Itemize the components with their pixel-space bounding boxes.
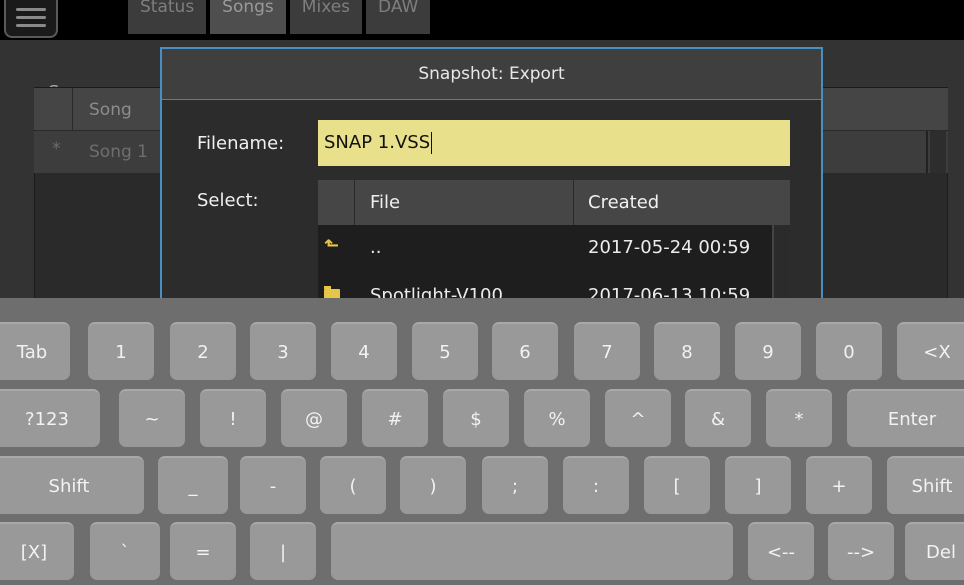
file-column-header[interactable]: File	[370, 192, 400, 213]
tab-status[interactable]: Status	[128, 0, 207, 34]
key-open-paren[interactable]: (	[320, 456, 386, 514]
key-5[interactable]: 5	[412, 322, 478, 380]
key-asterisk[interactable]: *	[766, 389, 832, 447]
file-list: File Created ⬑ .. 2017-05-24 00:59 Spotl…	[318, 180, 790, 311]
created-column-header[interactable]: Created	[588, 192, 659, 213]
key-open-bracket[interactable]: [	[644, 456, 710, 514]
delete-key[interactable]: Del	[905, 522, 964, 580]
shift-key-left[interactable]: Shift	[0, 456, 144, 514]
dialog-title: Snapshot: Export	[162, 49, 821, 100]
key-1[interactable]: 1	[88, 322, 154, 380]
key-semicolon[interactable]: ;	[482, 456, 548, 514]
song-name: Song 1	[89, 142, 148, 162]
key-colon[interactable]: :	[563, 456, 629, 514]
hamburger-menu-icon[interactable]	[4, 0, 58, 38]
text-caret	[431, 132, 433, 154]
select-label: Select:	[197, 190, 259, 211]
songs-scrollbar[interactable]	[930, 131, 946, 173]
cursor-right-key[interactable]: -->	[828, 522, 894, 580]
key-6[interactable]: 6	[492, 322, 558, 380]
key-pipe[interactable]: |	[250, 522, 316, 580]
filename-label: Filename:	[197, 133, 285, 154]
key-3[interactable]: 3	[250, 322, 316, 380]
key-equals[interactable]: =	[170, 522, 236, 580]
song-column-header: Song	[89, 100, 132, 120]
snapshot-export-dialog: Snapshot: Export Filename: SNAP 1.VSS Se…	[160, 47, 823, 311]
on-screen-keyboard: Tab 1 2 3 4 5 6 7 8 9 0 <X ?123 ~ ! @ # …	[0, 298, 964, 585]
key-minus[interactable]: -	[240, 456, 306, 514]
top-bar: Status Songs Mixes DAW	[0, 0, 964, 40]
close-keyboard-key[interactable]: [X]	[0, 522, 74, 580]
key-0[interactable]: 0	[816, 322, 882, 380]
list-item[interactable]: ⬑ .. 2017-05-24 00:59	[318, 227, 770, 267]
key-plus[interactable]: +	[806, 456, 872, 514]
key-caret[interactable]: ^	[605, 389, 671, 447]
song-marker: *	[52, 139, 61, 159]
key-hash[interactable]: #	[362, 389, 428, 447]
cursor-left-key[interactable]: <--	[748, 522, 814, 580]
backspace-key[interactable]: <X	[897, 322, 964, 380]
tab-songs[interactable]: Songs	[210, 0, 286, 34]
key-at[interactable]: @	[281, 389, 347, 447]
key-dollar[interactable]: $	[443, 389, 509, 447]
key-4[interactable]: 4	[331, 322, 397, 380]
space-key[interactable]	[331, 522, 733, 580]
tab-mixes[interactable]: Mixes	[289, 0, 363, 34]
shift-key-right[interactable]: Shift	[887, 456, 964, 514]
key-underscore[interactable]: _	[158, 456, 228, 514]
key-7[interactable]: 7	[574, 322, 640, 380]
key-tilde[interactable]: ~	[119, 389, 185, 447]
file-list-header: File Created	[318, 180, 790, 225]
key-2[interactable]: 2	[170, 322, 236, 380]
key-tab[interactable]: Tab	[0, 322, 70, 380]
parent-folder-icon: ⬑	[324, 235, 340, 256]
key-backtick[interactable]: `	[90, 522, 160, 580]
key-exclamation[interactable]: !	[200, 389, 266, 447]
key-ampersand[interactable]: &	[685, 389, 751, 447]
filename-input[interactable]: SNAP 1.VSS	[318, 120, 790, 166]
key-8[interactable]: 8	[654, 322, 720, 380]
key-percent[interactable]: %	[524, 389, 590, 447]
key-symbols-toggle[interactable]: ?123	[0, 389, 100, 447]
enter-key[interactable]: Enter	[847, 389, 964, 447]
tab-daw[interactable]: DAW	[366, 0, 431, 34]
key-close-paren[interactable]: )	[400, 456, 466, 514]
key-9[interactable]: 9	[735, 322, 801, 380]
tab-bar: Status Songs Mixes DAW	[128, 0, 431, 34]
key-close-bracket[interactable]: ]	[725, 456, 791, 514]
